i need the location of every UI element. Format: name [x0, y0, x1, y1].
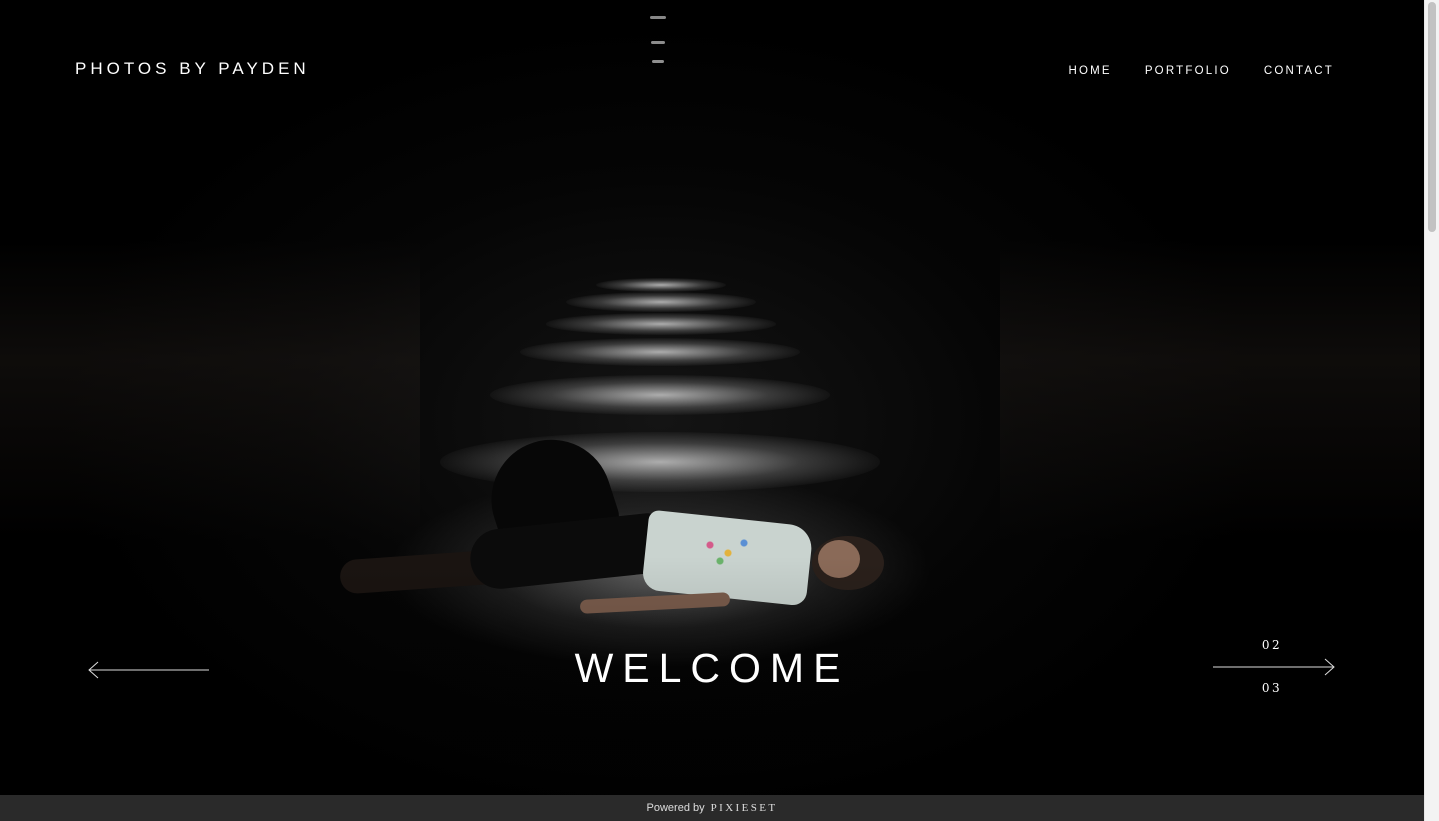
scrollbar[interactable] [1424, 0, 1439, 821]
arrow-left-icon[interactable] [88, 661, 211, 679]
arrow-right-icon[interactable] [1212, 658, 1336, 676]
powered-by-text: Powered by [646, 802, 705, 814]
site-title[interactable]: PHOTOS BY PAYDEN [75, 59, 310, 79]
main-nav: HOME PORTFOLIO CONTACT [1069, 65, 1335, 77]
slide-total: 03 [1261, 681, 1283, 695]
footer-bar: Powered by PIXIESET [0, 795, 1424, 821]
scrollbar-thumb[interactable] [1428, 2, 1436, 232]
hero-slideshow: PHOTOS BY PAYDEN HOME PORTFOLIO CONTACT … [0, 0, 1424, 795]
slide-current: 02 [1261, 638, 1283, 652]
nav-contact[interactable]: CONTACT [1264, 65, 1334, 77]
hero-heading: WELCOME [574, 645, 850, 691]
nav-home[interactable]: HOME [1069, 65, 1112, 77]
pixieset-link[interactable]: PIXIESET [711, 802, 778, 814]
nav-portfolio[interactable]: PORTFOLIO [1145, 65, 1231, 77]
